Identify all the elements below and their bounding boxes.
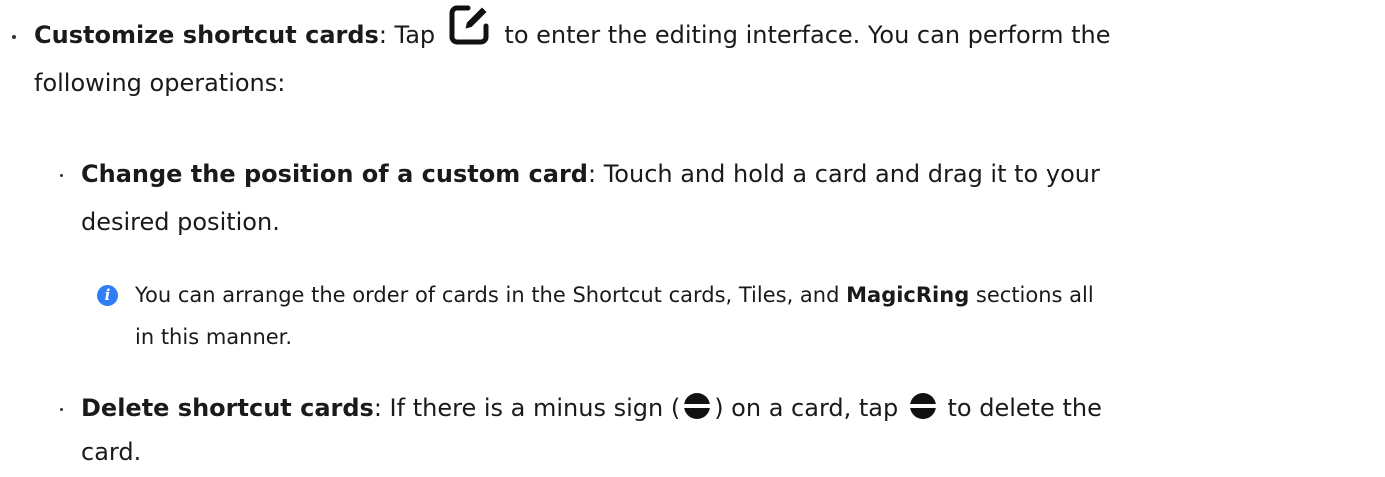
bullet xyxy=(60,174,63,177)
paragraph-line: Customize shortcut cards: Tap to enter t… xyxy=(34,5,1111,58)
bullet xyxy=(60,408,63,411)
paragraph-line: following operations: xyxy=(34,69,286,97)
edit-icon xyxy=(447,3,491,47)
item-text: ) on a card, tap xyxy=(714,394,906,422)
item-title: Delete shortcut cards xyxy=(81,394,374,422)
document-page: Customize shortcut cards: Tap to enter t… xyxy=(0,0,1385,477)
note-line: in this manner. xyxy=(135,325,293,349)
item-text: to delete the xyxy=(939,394,1102,422)
paragraph-line: Delete shortcut cards: If there is a min… xyxy=(81,387,1102,430)
item-title: Customize shortcut cards xyxy=(34,21,379,49)
item-text: to enter the editing interface. You can … xyxy=(496,21,1111,49)
bullet xyxy=(12,35,16,39)
item-text: : Tap xyxy=(378,21,443,49)
item-title: Change the position of a custom card xyxy=(81,160,588,188)
note-line: You can arrange the order of cards in th… xyxy=(135,276,1094,314)
note-text: sections all xyxy=(969,283,1094,307)
minus-circle-icon xyxy=(684,390,711,419)
paragraph-line: Change the position of a custom card: To… xyxy=(81,153,1100,196)
note-text: You can arrange the order of cards in th… xyxy=(135,283,847,307)
paragraph-line: desired position. xyxy=(81,208,280,236)
item-text: : If there is a minus sign ( xyxy=(373,394,681,422)
item-text: : Touch and hold a card and drag it to y… xyxy=(588,160,1100,188)
paragraph-line: card. xyxy=(81,438,142,466)
info-icon: i xyxy=(97,285,118,306)
minus-circle-icon xyxy=(909,390,936,419)
note-bold: MagicRing xyxy=(846,283,970,307)
